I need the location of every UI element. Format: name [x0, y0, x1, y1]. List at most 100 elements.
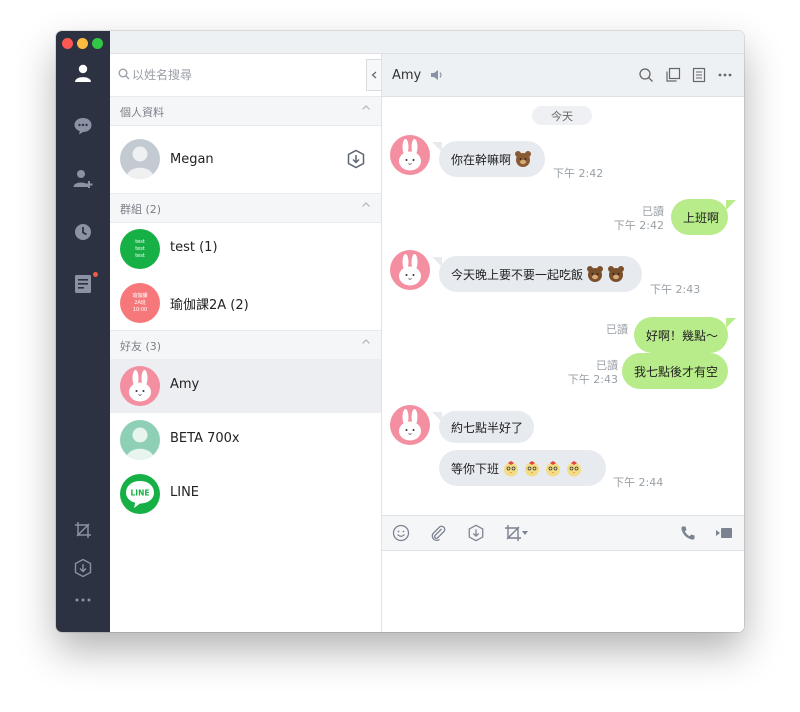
incoming-message[interactable]: 等你下班: [439, 450, 606, 486]
friend-row[interactable]: BETA 700x: [110, 413, 381, 467]
chick-emoji-icon: [567, 461, 582, 477]
svg-text:LINE: LINE: [131, 489, 150, 498]
date-separator: 今天: [532, 106, 592, 125]
smiley-icon: [392, 524, 410, 542]
add-friend-icon: [73, 170, 93, 188]
composer-toolbar: [382, 515, 744, 551]
chat-title: Amy: [392, 68, 422, 83]
section-label: 群組 (2): [120, 203, 162, 216]
bunny-avatar-icon: [129, 370, 151, 402]
notes-tab[interactable]: [71, 272, 98, 296]
speaker-icon[interactable]: [430, 69, 443, 81]
friend-row[interactable]: LINE LINE: [110, 467, 381, 521]
friends-tab[interactable]: [71, 61, 95, 85]
friend-name: LINE: [170, 485, 200, 500]
search-bar: [110, 54, 381, 97]
avatar-line: test: [135, 245, 145, 252]
avatar: [120, 366, 160, 406]
section-header-friends[interactable]: 好友 (3): [110, 330, 381, 360]
message-text: 你在幹嘛啊: [451, 152, 512, 167]
attach-file-button[interactable]: [429, 524, 447, 542]
message-text: 約七點半好了: [451, 420, 524, 435]
note-icon: [75, 275, 91, 293]
read-receipt: 已讀: [642, 205, 664, 218]
avatar: [120, 139, 160, 179]
default-avatar-icon: [126, 146, 154, 179]
download-icon: [74, 558, 92, 578]
friend-name: BETA 700x: [170, 431, 240, 446]
group-row[interactable]: 瑜伽課 2A班 10:00 瑜伽課2A (2): [110, 276, 381, 330]
timeline-tab[interactable]: [71, 220, 95, 244]
incoming-message[interactable]: 今天晚上要不要一起吃飯: [439, 256, 642, 292]
sender-avatar[interactable]: [390, 250, 430, 290]
keep-button[interactable]: [71, 556, 95, 580]
message-text: 我七點後才有空: [634, 364, 719, 379]
group-name: 瑜伽課2A (2): [170, 298, 249, 313]
avatar-line: test: [135, 238, 145, 245]
group-name: test (1): [170, 240, 218, 255]
message-list: 今天 你在幹嘛啊 下午 2:42 已讀 下午 2:42 上班啊 今天晚上要不要一…: [382, 97, 744, 515]
notes-icon[interactable]: [691, 67, 707, 83]
incoming-message[interactable]: 你在幹嘛啊: [439, 141, 545, 177]
chats-tab[interactable]: [71, 114, 95, 138]
more-button[interactable]: [71, 588, 95, 612]
bear-emoji-icon: [587, 266, 604, 282]
message-time: 下午 2:44: [613, 476, 664, 489]
video-camera-icon: [716, 528, 732, 538]
message-text: 好啊！幾點～: [646, 328, 719, 343]
search-icon: [118, 68, 130, 80]
group-row[interactable]: test test test test (1): [110, 222, 381, 276]
video-call-button[interactable]: [715, 524, 733, 542]
person-icon: [75, 64, 91, 82]
avatar-line: 10:00: [132, 306, 148, 313]
outgoing-message[interactable]: 好啊！幾點～: [634, 317, 728, 353]
avatar: LINE: [120, 474, 160, 514]
title-bar: [110, 31, 744, 54]
keep-button[interactable]: [467, 524, 485, 542]
bunny-avatar-icon: [399, 139, 421, 171]
message-text: 等你下班: [451, 461, 500, 476]
chat-icon: [74, 118, 92, 135]
crop-icon: [75, 522, 91, 538]
search-input[interactable]: [132, 65, 352, 85]
contact-name: Megan: [170, 152, 214, 167]
group-avatar: test test test: [120, 229, 160, 269]
friend-row[interactable]: Amy: [110, 359, 381, 413]
section-header-profile[interactable]: 個人資料: [110, 96, 381, 126]
capture-button[interactable]: [71, 518, 95, 542]
message-text: 上班啊: [683, 210, 720, 225]
album-icon[interactable]: [665, 67, 681, 83]
close-window-button[interactable]: [62, 38, 73, 49]
emoji-button[interactable]: [392, 524, 410, 542]
sender-avatar[interactable]: [390, 135, 430, 175]
sender-avatar[interactable]: [390, 405, 430, 445]
collapse-panel-button[interactable]: [366, 59, 381, 91]
avatar-line: test: [135, 252, 145, 259]
chick-emoji-icon: [525, 461, 540, 477]
download-icon: [468, 524, 484, 542]
message-input[interactable]: [392, 556, 736, 630]
message-text: 今天晚上要不要一起吃飯: [451, 267, 584, 282]
zoom-window-button[interactable]: [92, 38, 103, 49]
message-composer: [382, 551, 744, 632]
screenshot-button[interactable]: [502, 524, 530, 542]
keep-save-icon[interactable]: [346, 149, 366, 169]
read-receipt: 已讀: [606, 323, 628, 336]
message-time: 下午 2:43: [650, 283, 701, 296]
outgoing-message[interactable]: 我七點後才有空: [622, 353, 728, 389]
voice-call-button[interactable]: [679, 524, 697, 542]
section-label: 好友 (3): [120, 340, 162, 353]
avatar-line: 瑜伽課: [132, 292, 148, 299]
search-icon[interactable]: [638, 67, 654, 83]
incoming-message[interactable]: 約七點半好了: [439, 411, 534, 443]
section-header-groups[interactable]: 群組 (2): [110, 193, 381, 223]
phone-icon: [681, 526, 695, 540]
minimize-window-button[interactable]: [77, 38, 88, 49]
outgoing-message[interactable]: 上班啊: [671, 199, 728, 235]
profile-row[interactable]: Megan: [110, 126, 381, 192]
more-icon[interactable]: [717, 67, 733, 83]
add-friend-tab[interactable]: [71, 167, 95, 191]
avatar: [120, 420, 160, 460]
chat-header: Amy: [382, 54, 744, 97]
chevron-left-icon: [371, 71, 377, 79]
